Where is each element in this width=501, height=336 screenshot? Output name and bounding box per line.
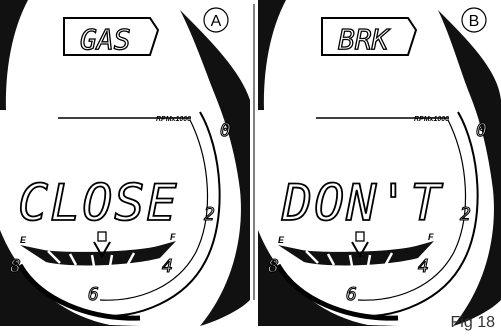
- fuel-full-label: F: [170, 232, 176, 242]
- tach-label-6: 6: [346, 284, 357, 305]
- tach-label-8: 8: [268, 256, 279, 277]
- fuel-full-label: F: [428, 232, 434, 242]
- fuel-empty-label: E: [278, 235, 285, 245]
- instrument-cluster-figure: GAS A RPMx1000 0 2 4 6 8 CLOSE E F BRK B…: [0, 0, 501, 336]
- fuel-empty-label: E: [20, 235, 27, 245]
- tach-label-2: 2: [204, 204, 215, 225]
- fuel-pump-icon: [97, 231, 107, 242]
- rpm-label: RPMx1000: [414, 116, 449, 123]
- marker-label: A: [211, 13, 222, 30]
- tach-label-2: 2: [460, 204, 471, 225]
- tach-label-0: 0: [220, 120, 231, 141]
- fuel-pump-icon: [355, 231, 365, 242]
- tach-label-4: 4: [162, 256, 173, 277]
- tach-label-4: 4: [418, 256, 429, 277]
- main-word-text: DON'T: [281, 174, 443, 232]
- rpm-label: RPMx1000: [156, 116, 191, 123]
- tach-label-0: 0: [476, 120, 487, 141]
- top-word-text: BRK: [338, 23, 391, 56]
- tach-label-8: 8: [10, 256, 21, 277]
- tach-label-6: 6: [88, 284, 99, 305]
- main-word-text: CLOSE: [18, 174, 179, 232]
- top-word-text: GAS: [80, 23, 131, 56]
- figure-caption: Fig 18: [450, 314, 495, 331]
- marker-label: B: [469, 13, 480, 30]
